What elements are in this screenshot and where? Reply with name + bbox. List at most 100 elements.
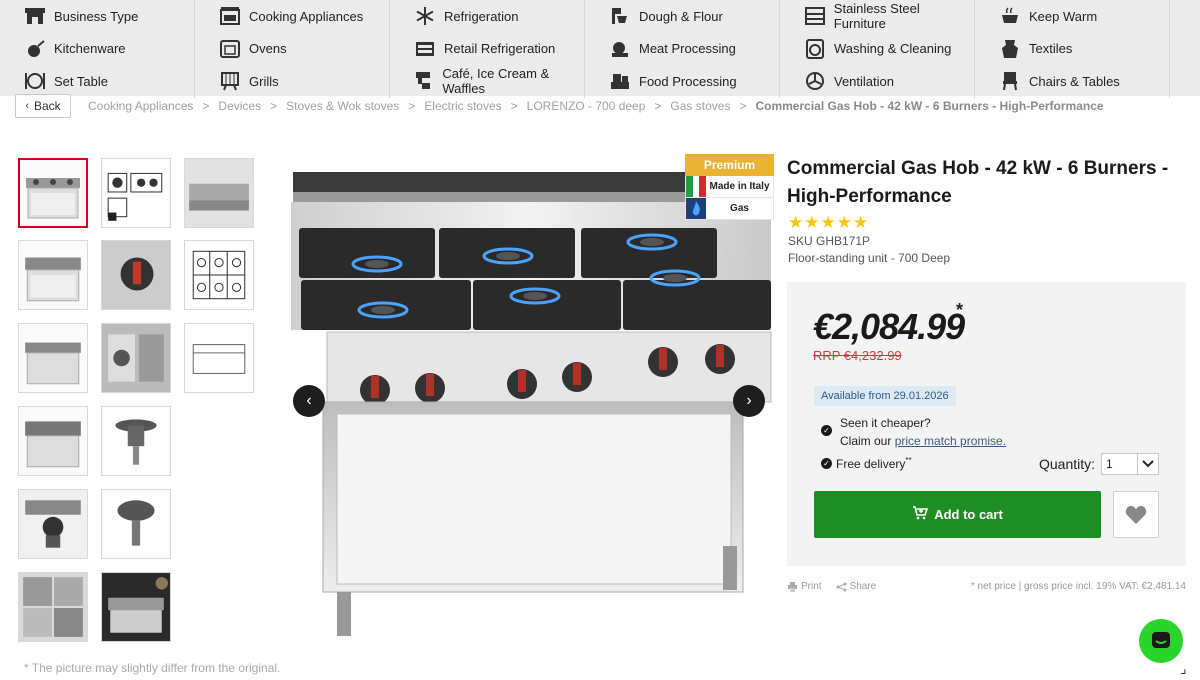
seen-cheaper-text: Seen it cheaper? — [840, 416, 931, 430]
flame-icon — [686, 198, 706, 219]
free-delivery-text: Free delivery — [836, 457, 906, 471]
price-match-info: ✓ Seen it cheaper? Claim our price match… — [821, 414, 1006, 450]
fuel-label: Gas — [730, 203, 749, 214]
price-box: €2,084.99 * RRP €4,232.99 Available from… — [787, 282, 1186, 566]
thumbnail-5[interactable] — [101, 240, 171, 310]
category-item-ovens[interactable]: Ovens — [195, 32, 390, 65]
category-label: Ventilation — [834, 73, 894, 89]
breadcrumb-separator: > — [510, 99, 518, 113]
category-item-textiles[interactable]: Textiles — [975, 32, 1170, 65]
wishlist-button[interactable] — [1113, 491, 1159, 538]
chat-button[interactable] — [1139, 619, 1183, 663]
category-label: Café, Ice Cream & Waffles — [442, 66, 550, 97]
quantity-label: Quantity: — [1039, 456, 1096, 472]
breadcrumb-link[interactable]: Devices — [218, 99, 261, 113]
meat-slicer-icon — [609, 39, 631, 59]
thumbnail-2[interactable] — [101, 158, 171, 228]
add-to-cart-button[interactable]: Add to cart — [814, 491, 1101, 538]
category-label: Keep Warm — [1029, 8, 1098, 24]
category-item-kitchenware[interactable]: Kitchenware — [0, 32, 195, 65]
category-item-set-table[interactable]: Set Table — [0, 65, 195, 98]
category-item-refrigeration[interactable]: Refrigeration — [390, 0, 585, 33]
chevron-down-icon — [1137, 454, 1158, 474]
category-label: Set Table — [54, 73, 108, 89]
thumbnail-7[interactable] — [18, 323, 88, 393]
previous-image-button[interactable]: ‹ — [293, 385, 325, 417]
breadcrumb: Cooking Appliances > Devices > Stoves & Wok … — [88, 99, 1104, 113]
back-button[interactable]: ‹ Back — [15, 94, 71, 118]
next-image-button[interactable]: › — [733, 385, 765, 417]
chat-icon — [1152, 632, 1170, 648]
breadcrumb-current: Commercial Gas Hob - 42 kW - 6 Burners -… — [755, 99, 1104, 113]
product-subtitle: Floor-standing unit - 700 Deep — [788, 251, 951, 265]
premium-badge: Premium — [685, 154, 774, 176]
category-item-retail-refrigeration[interactable]: Retail Refrigeration — [390, 32, 585, 65]
check-icon: ✓ — [821, 425, 832, 436]
category-item-meat-processing[interactable]: Meat Processing — [585, 32, 780, 65]
breadcrumb-link[interactable]: Electric stoves — [424, 99, 501, 113]
star-icon: ★ — [788, 213, 804, 232]
availability-badge: Available from 29.01.2026 — [814, 386, 956, 406]
category-item-cooking-appliances[interactable]: Cooking Appliances — [195, 0, 390, 33]
breadcrumb-link[interactable]: Gas stoves — [670, 99, 730, 113]
delivery-footnote-mark: ** — [905, 456, 912, 465]
snowflake-icon — [414, 6, 436, 26]
category-label: Stainless Steel Furniture — [833, 1, 920, 32]
category-label: Grills — [249, 73, 279, 89]
breadcrumb-link[interactable]: Stoves & Wok stoves — [286, 99, 399, 113]
thumbnail-4[interactable] — [18, 240, 88, 310]
category-nav: Business Type Cooking Appliances Refrigera… — [0, 0, 1200, 98]
thumbnail-11[interactable] — [101, 406, 171, 476]
thumbnail-3[interactable] — [184, 158, 254, 228]
quantity-select[interactable]: 1 — [1101, 453, 1159, 475]
dough-mixer-icon — [609, 6, 631, 26]
thumbnail-9[interactable] — [184, 323, 254, 393]
category-item-caf-ice-cream-waffles[interactable]: Café, Ice Cream & Waffles — [390, 65, 585, 98]
category-item-stainless-steel-furniture[interactable]: Stainless Steel Furniture — [780, 0, 975, 33]
category-label: Retail Refrigeration — [444, 41, 556, 57]
thumbnail-8[interactable] — [101, 323, 171, 393]
product-title: Commercial Gas Hob - 42 kW - 6 Burners -… — [787, 158, 1169, 207]
price-match-link[interactable]: price match promise. — [895, 434, 1006, 448]
product-sku: SKU GHB171P — [788, 234, 871, 248]
chair-icon — [999, 71, 1021, 91]
thumbnail-15[interactable] — [101, 572, 171, 642]
category-item-grills[interactable]: Grills — [195, 65, 390, 98]
thumbnail-6[interactable] — [184, 240, 254, 310]
category-item-food-processing[interactable]: Food Processing — [585, 65, 780, 98]
thumbnail-12[interactable] — [18, 489, 88, 559]
thumbnail-13[interactable] — [101, 489, 171, 559]
claim-text: Claim our — [840, 434, 895, 448]
star-icon: ★ — [804, 213, 820, 232]
check-icon: ✓ — [821, 458, 832, 469]
category-item-dough-flour[interactable]: Dough & Flour — [585, 0, 780, 33]
print-label: Print — [801, 581, 822, 592]
rrp-price: RRP €4,232.99 — [813, 348, 902, 363]
share-label: Share — [849, 581, 877, 592]
fan-icon — [804, 71, 826, 91]
print-link[interactable]: Print — [787, 581, 822, 592]
category-item-chairs-tables[interactable]: Chairs & Tables — [975, 65, 1170, 98]
breadcrumb-separator: > — [739, 99, 747, 113]
category-item-ventilation[interactable]: Ventilation — [780, 65, 975, 98]
star-icon: ★ — [820, 213, 836, 232]
category-item-keep-warm[interactable]: Keep Warm — [975, 0, 1170, 33]
category-label: Dough & Flour — [639, 8, 723, 24]
chevron-left-icon: ‹ — [306, 392, 312, 409]
breadcrumb-link[interactable]: Cooking Appliances — [88, 99, 193, 113]
thumbnail-10[interactable] — [18, 406, 88, 476]
price: €2,084.99 — [813, 306, 965, 347]
back-label: Back — [33, 99, 61, 113]
category-label: Ovens — [249, 41, 287, 57]
category-item-washing-cleaning[interactable]: Washing & Cleaning — [780, 32, 975, 65]
thumbnail-14[interactable] — [18, 572, 88, 642]
thumbnail-1[interactable] — [18, 158, 88, 228]
rating-stars[interactable]: ★ ★ ★ ★ ★ — [788, 214, 869, 232]
breadcrumb-link[interactable]: LORENZO - 700 deep — [527, 99, 646, 113]
add-to-cart-label: Add to cart — [934, 507, 1003, 522]
breadcrumb-separator: > — [202, 99, 210, 113]
share-link[interactable]: Share — [836, 581, 877, 592]
category-item-business-type[interactable]: Business Type — [0, 0, 195, 33]
main-product-image: ‹ › — [287, 152, 775, 642]
stove-icon — [219, 6, 241, 26]
